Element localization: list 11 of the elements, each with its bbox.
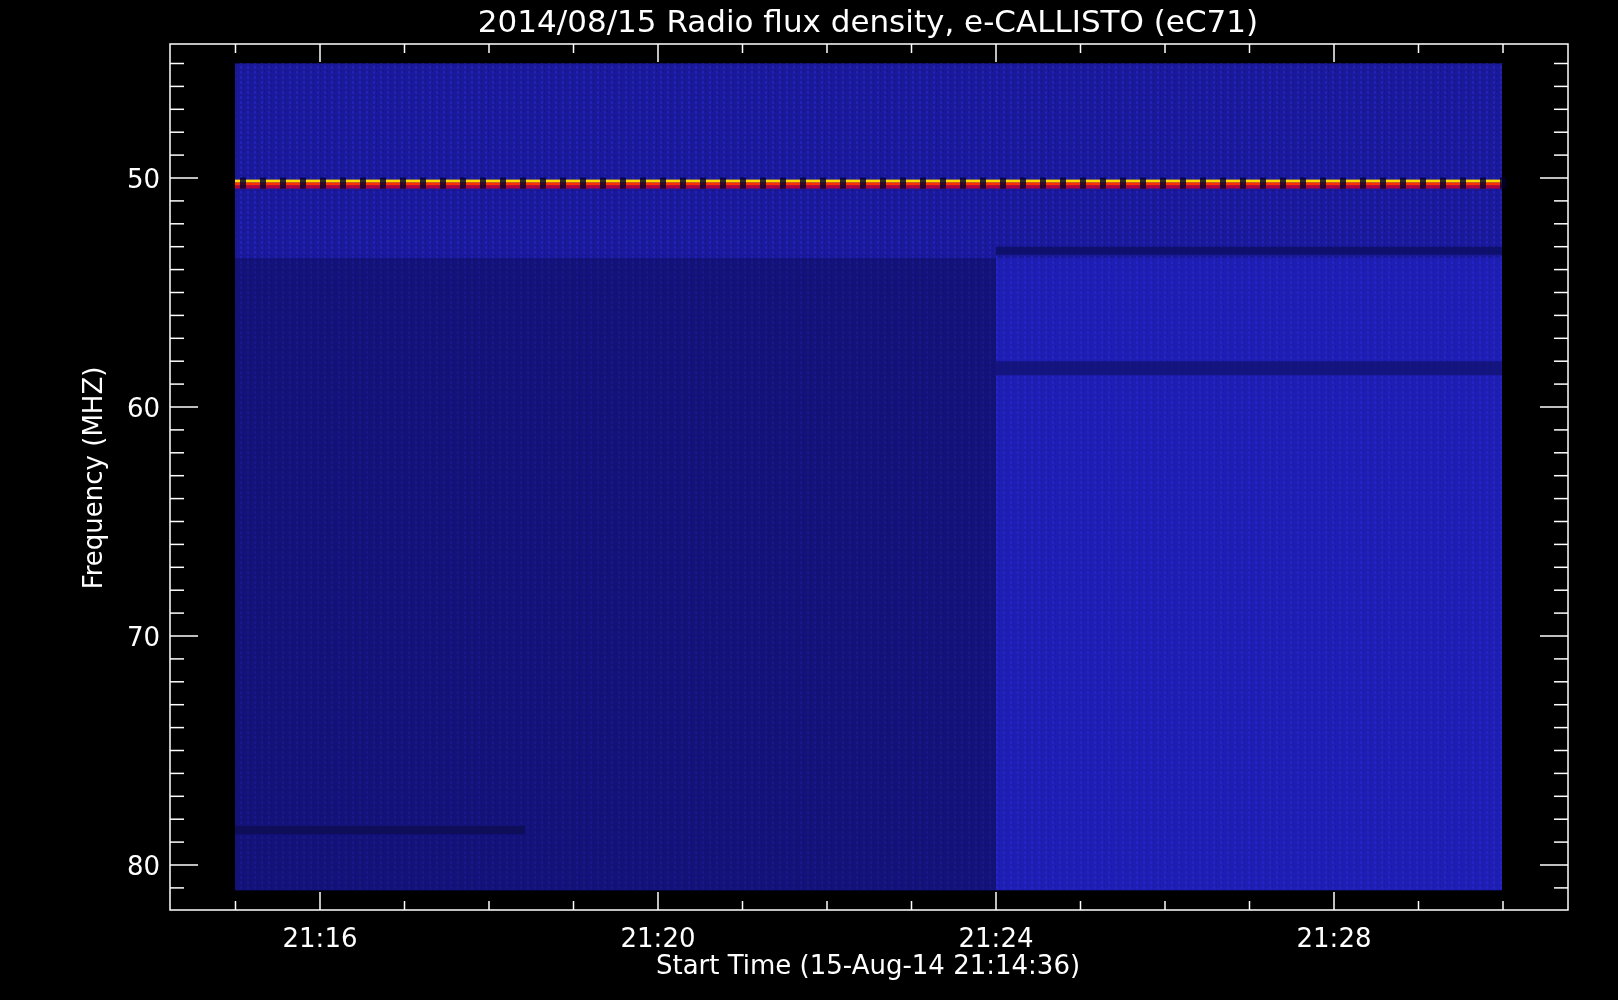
chart-title: 2014/08/15 Radio flux density, e-CALLISTO (eC71)	[477, 3, 1259, 39]
x-tick-label: 21:24	[958, 923, 1034, 953]
x-tick-label: 21:20	[620, 923, 696, 953]
x-tick-label: 21:28	[1296, 923, 1372, 953]
y-axis-label: Frequency (MHZ)	[78, 366, 108, 590]
x-tick-label: 21:16	[282, 923, 358, 953]
y-tick-label: 60	[126, 393, 160, 423]
y-tick-label: 50	[126, 164, 160, 194]
x-axis-label: Start Time (15-Aug-14 21:14:36)	[655, 950, 1081, 980]
y-tick-label: 80	[126, 851, 160, 881]
y-tick-label: 70	[126, 622, 160, 652]
